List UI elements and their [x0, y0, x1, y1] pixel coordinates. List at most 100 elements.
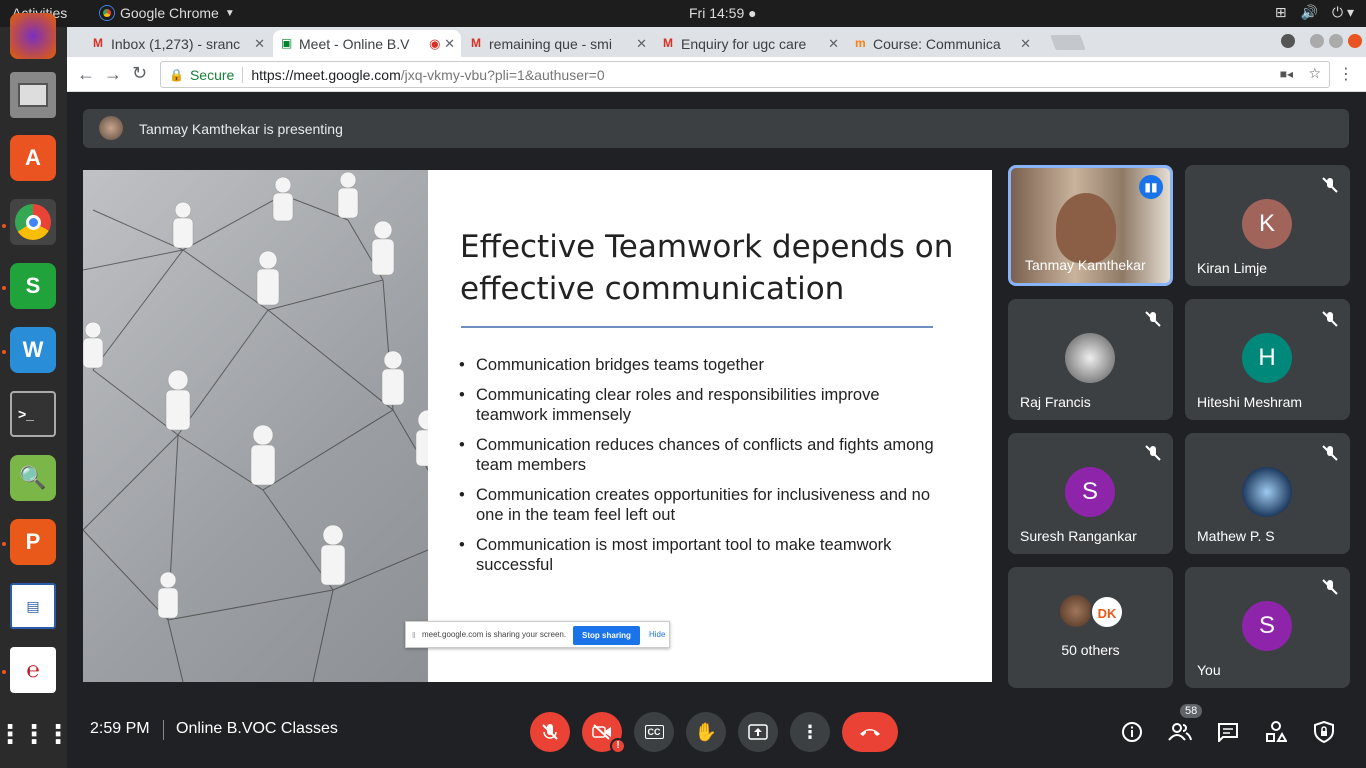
software-center-icon[interactable]: A [10, 135, 56, 181]
participant-tile[interactable]: ▮▮ Tanmay Kamthekar [1008, 165, 1173, 286]
tab-course[interactable]: m Course: Communica ✕ [847, 30, 1037, 57]
people-count-badge: 58 [1180, 704, 1203, 718]
avatar: K [1242, 199, 1292, 249]
mic-toggle-button[interactable] [530, 712, 570, 752]
participant-tile[interactable]: S Suresh Rangankar [1008, 433, 1173, 554]
leave-call-button[interactable] [842, 712, 898, 752]
drag-handle-icon[interactable]: ‖ [412, 631, 415, 640]
tab-meet[interactable]: ▣ Meet - Online B.V ◉ ✕ [273, 30, 461, 57]
dock: A S W >_ 🔍 P ▤ ℮ ⋮⋮⋮ [0, 13, 71, 768]
stop-sharing-button[interactable]: Stop sharing [573, 626, 640, 645]
mic-off-icon [542, 724, 558, 740]
new-tab-button[interactable] [1050, 35, 1086, 50]
presenting-text: Tanmay Kamthekar is presenting [139, 120, 343, 137]
reload-icon[interactable]: ↻ [132, 63, 147, 84]
secure-label: Secure [189, 66, 235, 83]
avatar: H [1242, 333, 1292, 383]
meet-icon: ▣ [281, 36, 293, 50]
avatar: DK [1090, 595, 1124, 629]
network-icon: ⊞ [1274, 4, 1287, 20]
close-icon[interactable]: ✕ [824, 36, 839, 52]
bullet-item: Communication creates opportunities for … [459, 485, 946, 525]
gmail-icon: M [471, 36, 481, 50]
gmail-icon: M [93, 36, 103, 50]
spreadsheet-icon[interactable]: S [10, 263, 56, 309]
slide-title: Effective Teamwork depends on effective … [460, 229, 954, 307]
raise-hand-button[interactable]: ✋ [686, 712, 726, 752]
tab-remaining-que[interactable]: M remaining que - smi ✕ [463, 30, 653, 57]
sharing-banner: ‖ meet.google.com is sharing your screen… [405, 621, 670, 648]
bullet-item: Communication is most important tool to … [459, 535, 946, 575]
writer-icon[interactable]: W [10, 327, 56, 373]
image-viewer-icon[interactable]: 🔍 [10, 455, 56, 501]
bullet-item: Communication bridges teams together [459, 355, 946, 375]
host-controls-button[interactable] [1308, 716, 1340, 748]
mic-off-icon [1322, 177, 1338, 193]
network-graphic [83, 171, 441, 682]
files-icon[interactable] [10, 72, 56, 118]
close-icon[interactable]: ✕ [632, 36, 647, 52]
divider [163, 720, 164, 740]
close-icon[interactable]: ◉ ✕ [425, 36, 455, 52]
participant-tile[interactable]: Mathew P. S [1185, 433, 1350, 554]
presenting-bar: Tanmay Kamthekar is presenting [83, 109, 1349, 148]
meeting-details-button[interactable] [1116, 716, 1148, 748]
present-button[interactable] [738, 712, 778, 752]
participant-name: You [1197, 662, 1221, 678]
chrome-icon [100, 6, 114, 20]
close-window-icon[interactable] [1348, 34, 1362, 48]
mic-off-icon [1322, 311, 1338, 327]
profile-icon[interactable] [1281, 34, 1295, 48]
tab-inbox[interactable]: M Inbox (1,273) - sranc ✕ [85, 30, 271, 57]
others-tile[interactable]: DK 50 others [1008, 567, 1173, 688]
minimize-icon[interactable] [1310, 34, 1324, 48]
firefox-icon[interactable] [10, 13, 56, 59]
chat-icon [1218, 723, 1238, 742]
tab-enquiry[interactable]: M Enquiry for ugc care ✕ [655, 30, 845, 57]
app-menu[interactable]: Google Chrome ▼ [100, 5, 235, 21]
participant-name: Suresh Rangankar [1020, 528, 1137, 544]
meeting-controls: 2:59 PM Online B.VOC Classes ! CC ✋ ⋮ 58 [67, 700, 1366, 768]
shapes-icon [1266, 721, 1287, 742]
captions-button[interactable]: CC [634, 712, 674, 752]
participant-tile[interactable]: Raj Francis [1008, 299, 1173, 420]
self-tile[interactable]: S You [1185, 567, 1350, 688]
maximize-icon[interactable] [1329, 34, 1343, 48]
apps-grid-icon[interactable]: ⋮⋮⋮ [0, 711, 71, 757]
forward-icon[interactable]: → [104, 64, 122, 85]
meeting-name: Online B.VOC Classes [176, 720, 338, 737]
participant-tile[interactable]: K Kiran Limje [1185, 165, 1350, 286]
address-bar[interactable]: 🔒 Secure https://meet.google.com /jxq-vk… [160, 61, 1330, 88]
camera-icon[interactable]: ■◂ [1280, 67, 1293, 81]
presentation-icon[interactable]: P [10, 519, 56, 565]
hide-button[interactable]: Hide [649, 630, 665, 639]
activities-panel-button[interactable] [1260, 716, 1292, 748]
menu-icon[interactable]: ⋮ [1338, 64, 1354, 84]
avatar: S [1242, 601, 1292, 651]
browser-toolbar: ← → ↻ 🔒 Secure https://meet.google.com /… [67, 57, 1366, 92]
document-viewer-icon[interactable]: ▤ [10, 583, 56, 629]
slide-bullets: Communication bridges teams together Com… [459, 355, 946, 585]
system-tray[interactable]: ⊞ 🔊 ⏻ ▾ [1275, 4, 1354, 21]
system-clock[interactable]: Fri 14:59 ● [689, 5, 757, 21]
mic-off-icon [1145, 311, 1161, 327]
chat-button[interactable] [1212, 716, 1244, 748]
present-icon [748, 724, 768, 740]
shield-lock-icon [1314, 721, 1334, 743]
camera-toggle-button[interactable]: ! [582, 712, 626, 754]
more-options-button[interactable]: ⋮ [790, 712, 830, 752]
bullet-item: Communication reduces chances of conflic… [459, 435, 946, 475]
terminal-icon[interactable]: >_ [10, 391, 56, 437]
close-icon[interactable]: ✕ [1016, 36, 1031, 52]
participant-tile[interactable]: H Hiteshi Meshram [1185, 299, 1350, 420]
close-icon[interactable]: ✕ [250, 36, 265, 52]
app-name: Google Chrome [120, 5, 219, 21]
chrome-dock-icon[interactable] [10, 199, 56, 245]
shared-screen: Effective Teamwork depends on effective … [83, 170, 992, 682]
star-icon[interactable]: ☆ [1308, 65, 1321, 82]
record-dot-icon: ● [748, 5, 757, 21]
back-icon[interactable]: ← [77, 64, 95, 85]
speaking-icon: ▮▮ [1139, 175, 1163, 199]
people-button[interactable]: 58 [1164, 704, 1203, 748]
pdf-viewer-icon[interactable]: ℮ [10, 647, 56, 693]
